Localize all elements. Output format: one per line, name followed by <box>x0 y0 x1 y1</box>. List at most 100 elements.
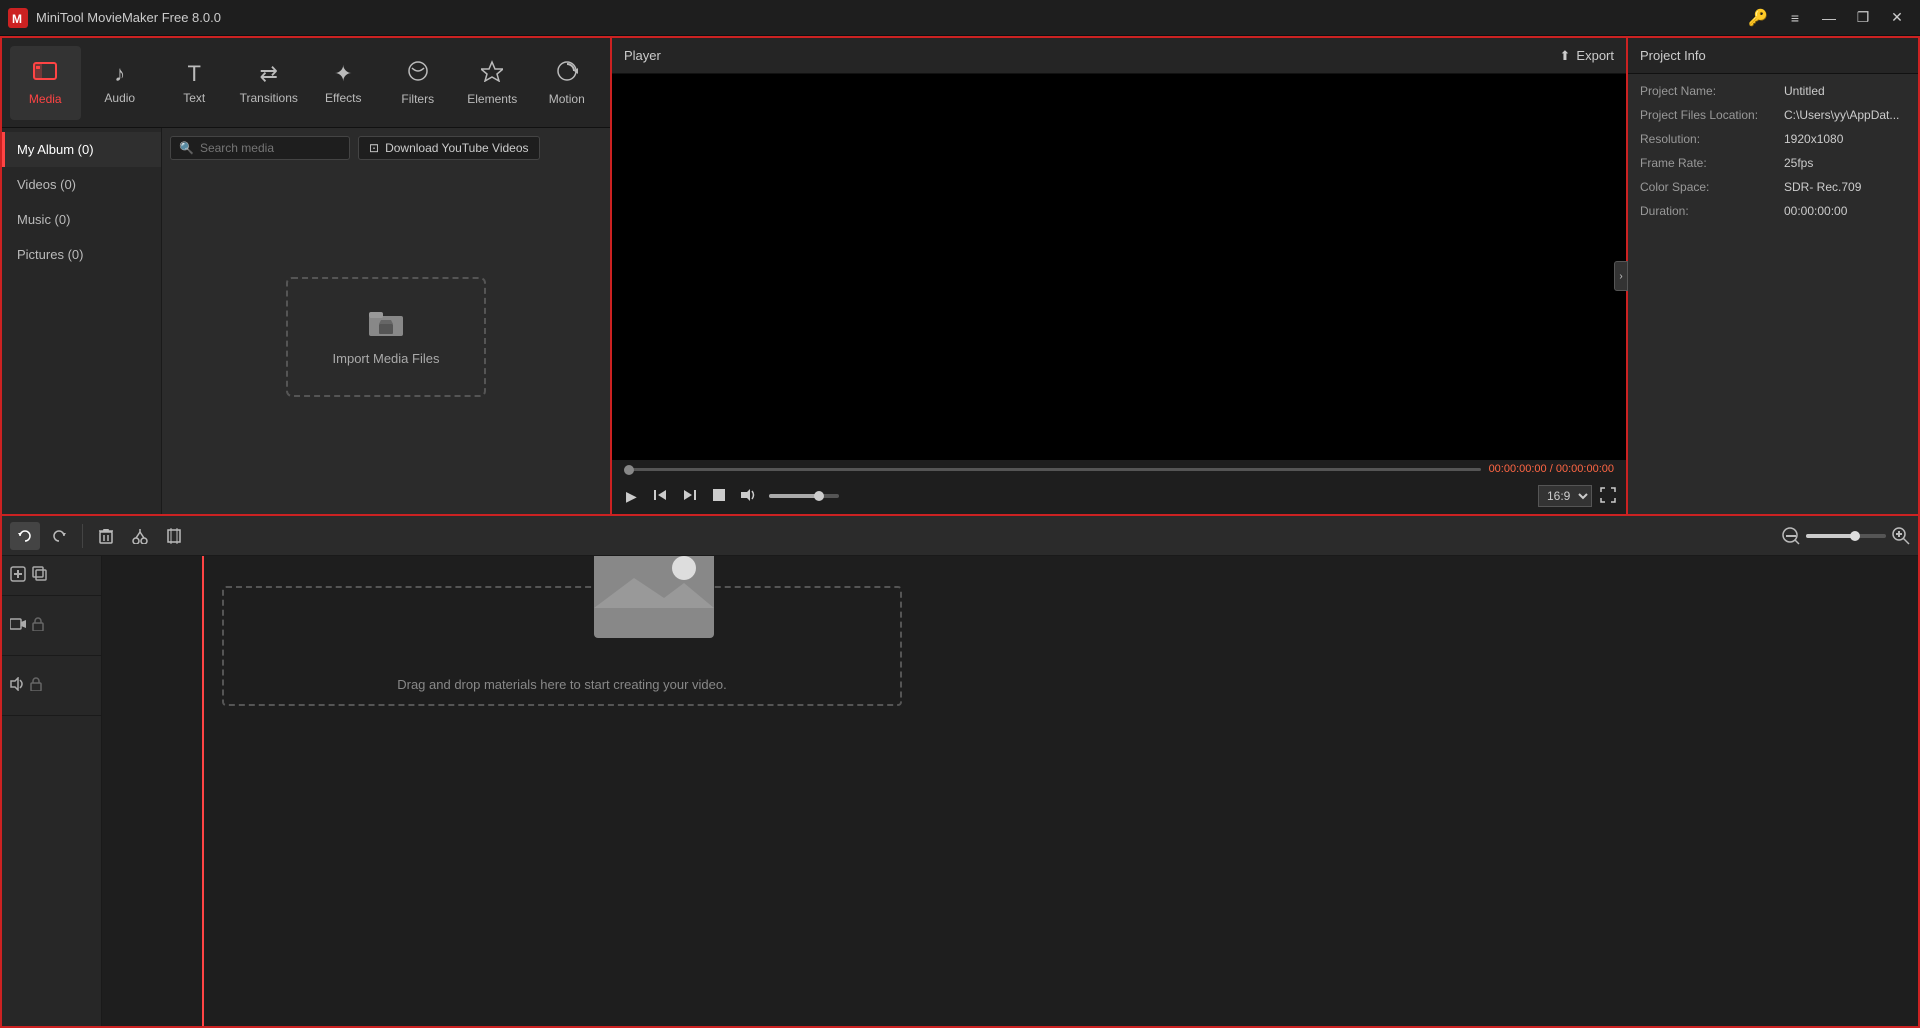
audio-icon: ♪ <box>114 61 125 87</box>
toolbar-text-label: Text <box>183 91 205 105</box>
toolbar-audio-label: Audio <box>104 91 135 105</box>
restore-button[interactable]: ❐ <box>1848 6 1878 30</box>
timeline-placeholder-icon <box>594 556 714 638</box>
player-header: Player ⬆ Export <box>612 38 1626 74</box>
toolbar-motion-label: Motion <box>549 92 585 106</box>
time-slider[interactable] <box>624 468 1481 471</box>
color-space-value: SDR- Rec.709 <box>1784 180 1861 194</box>
video-track-icon <box>10 617 26 634</box>
title-bar-left: M MiniTool MovieMaker Free 8.0.0 <box>8 8 221 28</box>
undo-button[interactable] <box>10 522 40 550</box>
import-label: Import Media Files <box>333 351 440 366</box>
tracks-top <box>2 556 101 596</box>
fullscreen-button[interactable] <box>1600 487 1616 506</box>
media-sidebar: My Album (0) Videos (0) Music (0) Pictur… <box>2 128 162 514</box>
project-info-panel: › Project Info Project Name: Untitled Pr… <box>1628 38 1918 514</box>
zoom-fill <box>1806 534 1854 538</box>
toolbar-text[interactable]: T Text <box>159 46 230 120</box>
sidebar-item-music[interactable]: Music (0) <box>2 202 161 237</box>
timeline-main[interactable]: Drag and drop materials here to start cr… <box>102 556 1918 1026</box>
volume-button[interactable] <box>737 486 761 507</box>
volume-fill <box>769 494 818 498</box>
download-yt-label: Download YouTube Videos <box>385 141 528 155</box>
video-track-row <box>2 596 101 656</box>
download-youtube-button[interactable]: ⊡ Download YouTube Videos <box>358 136 540 160</box>
title-bar: M MiniTool MovieMaker Free 8.0.0 🔑 ≡ — ❐… <box>0 0 1920 36</box>
copy-track-button[interactable] <box>32 566 48 585</box>
timeline-content: Drag and drop materials here to start cr… <box>2 556 1918 1026</box>
search-input[interactable] <box>200 141 340 155</box>
add-track-button[interactable] <box>10 566 26 585</box>
toolbar-transitions-label: Transitions <box>240 91 298 105</box>
volume-slider[interactable] <box>769 494 839 498</box>
player-screen <box>612 74 1626 460</box>
audio-track-row <box>2 656 101 716</box>
export-icon: ⬆ <box>1560 48 1571 64</box>
toolbar-effects[interactable]: ✦ Effects <box>308 46 379 120</box>
aspect-ratio-select[interactable]: 16:9 <box>1538 485 1592 507</box>
cut-button[interactable] <box>125 522 155 550</box>
app-logo: M <box>8 8 28 28</box>
time-slider-handle[interactable] <box>624 465 634 475</box>
crop-button[interactable] <box>159 522 189 550</box>
toolbar-transitions[interactable]: ⇄ Transitions <box>234 46 305 120</box>
toolbar-media-label: Media <box>29 92 62 106</box>
search-input-wrap: 🔍 <box>170 136 350 160</box>
audio-track-lock-icon[interactable] <box>30 677 42 694</box>
collapse-panel-button[interactable]: › <box>1614 261 1628 291</box>
toolbar-filters[interactable]: Filters <box>383 46 454 120</box>
key-icon[interactable]: 🔑 <box>1748 8 1768 28</box>
search-icon: 🔍 <box>179 141 194 155</box>
menu-button[interactable]: ≡ <box>1780 6 1810 30</box>
sidebar-item-pictures[interactable]: Pictures (0) <box>2 237 161 272</box>
text-icon: T <box>188 61 201 87</box>
resolution-row: Resolution: 1920x1080 <box>1640 132 1906 146</box>
sidebar-item-videos[interactable]: Videos (0) <box>2 167 161 202</box>
project-info-header: Project Info <box>1628 38 1918 74</box>
media-icon <box>33 60 57 88</box>
toolbar-motion[interactable]: Motion <box>532 46 603 120</box>
stop-button[interactable] <box>709 486 729 506</box>
prev-button[interactable] <box>649 486 671 507</box>
drop-zone-text: Drag and drop materials here to start cr… <box>397 677 727 692</box>
transitions-icon: ⇄ <box>260 61 278 87</box>
left-panel: Media ♪ Audio T Text ⇄ Transitions ✦ Eff… <box>2 38 612 514</box>
timeline-playhead <box>202 556 204 1026</box>
zoom-out-icon <box>1782 527 1800 545</box>
volume-handle[interactable] <box>814 491 824 501</box>
zoom-slider[interactable] <box>1806 534 1886 538</box>
play-button[interactable]: ▶ <box>622 486 641 507</box>
redo-button[interactable] <box>44 522 74 550</box>
project-info-body: Project Name: Untitled Project Files Loc… <box>1628 74 1918 228</box>
timeline-tracks-sidebar <box>2 556 102 1026</box>
player-panel: Player ⬆ Export 00:00:00:00 / 00:00:00:0… <box>612 38 1628 514</box>
frame-rate-row: Frame Rate: 25fps <box>1640 156 1906 170</box>
player-timebar: 00:00:00:00 / 00:00:00:00 <box>612 460 1626 478</box>
project-files-value: C:\Users\yy\AppDat... <box>1784 108 1899 122</box>
zoom-in-icon <box>1892 527 1910 545</box>
project-name-label: Project Name: <box>1640 84 1780 98</box>
minimize-button[interactable]: — <box>1814 6 1844 30</box>
close-button[interactable]: ✕ <box>1882 6 1912 30</box>
project-name-value: Untitled <box>1784 84 1825 98</box>
video-track-lock-icon[interactable] <box>32 617 44 634</box>
motion-icon <box>556 60 578 88</box>
sidebar-item-my-album[interactable]: My Album (0) <box>2 132 161 167</box>
timeline-drop-zone[interactable]: Drag and drop materials here to start cr… <box>222 586 902 706</box>
player-label: Player <box>624 48 661 63</box>
next-button[interactable] <box>679 486 701 507</box>
toolbar-media[interactable]: Media <box>10 46 81 120</box>
toolbar-elements[interactable]: Elements <box>457 46 528 120</box>
timeline-zoom <box>1782 527 1910 545</box>
export-label: Export <box>1576 48 1614 63</box>
toolbar: Media ♪ Audio T Text ⇄ Transitions ✦ Eff… <box>2 38 610 128</box>
import-area: Import Media Files <box>170 168 602 506</box>
zoom-handle[interactable] <box>1850 531 1860 541</box>
effects-icon: ✦ <box>334 61 352 87</box>
toolbar-audio[interactable]: ♪ Audio <box>85 46 156 120</box>
title-text: MiniTool MovieMaker Free 8.0.0 <box>36 10 221 25</box>
import-media-box[interactable]: Import Media Files <box>286 277 486 397</box>
player-controls: ▶ 16:9 <box>612 478 1626 514</box>
delete-button[interactable] <box>91 522 121 550</box>
export-button[interactable]: ⬆ Export <box>1560 48 1614 64</box>
